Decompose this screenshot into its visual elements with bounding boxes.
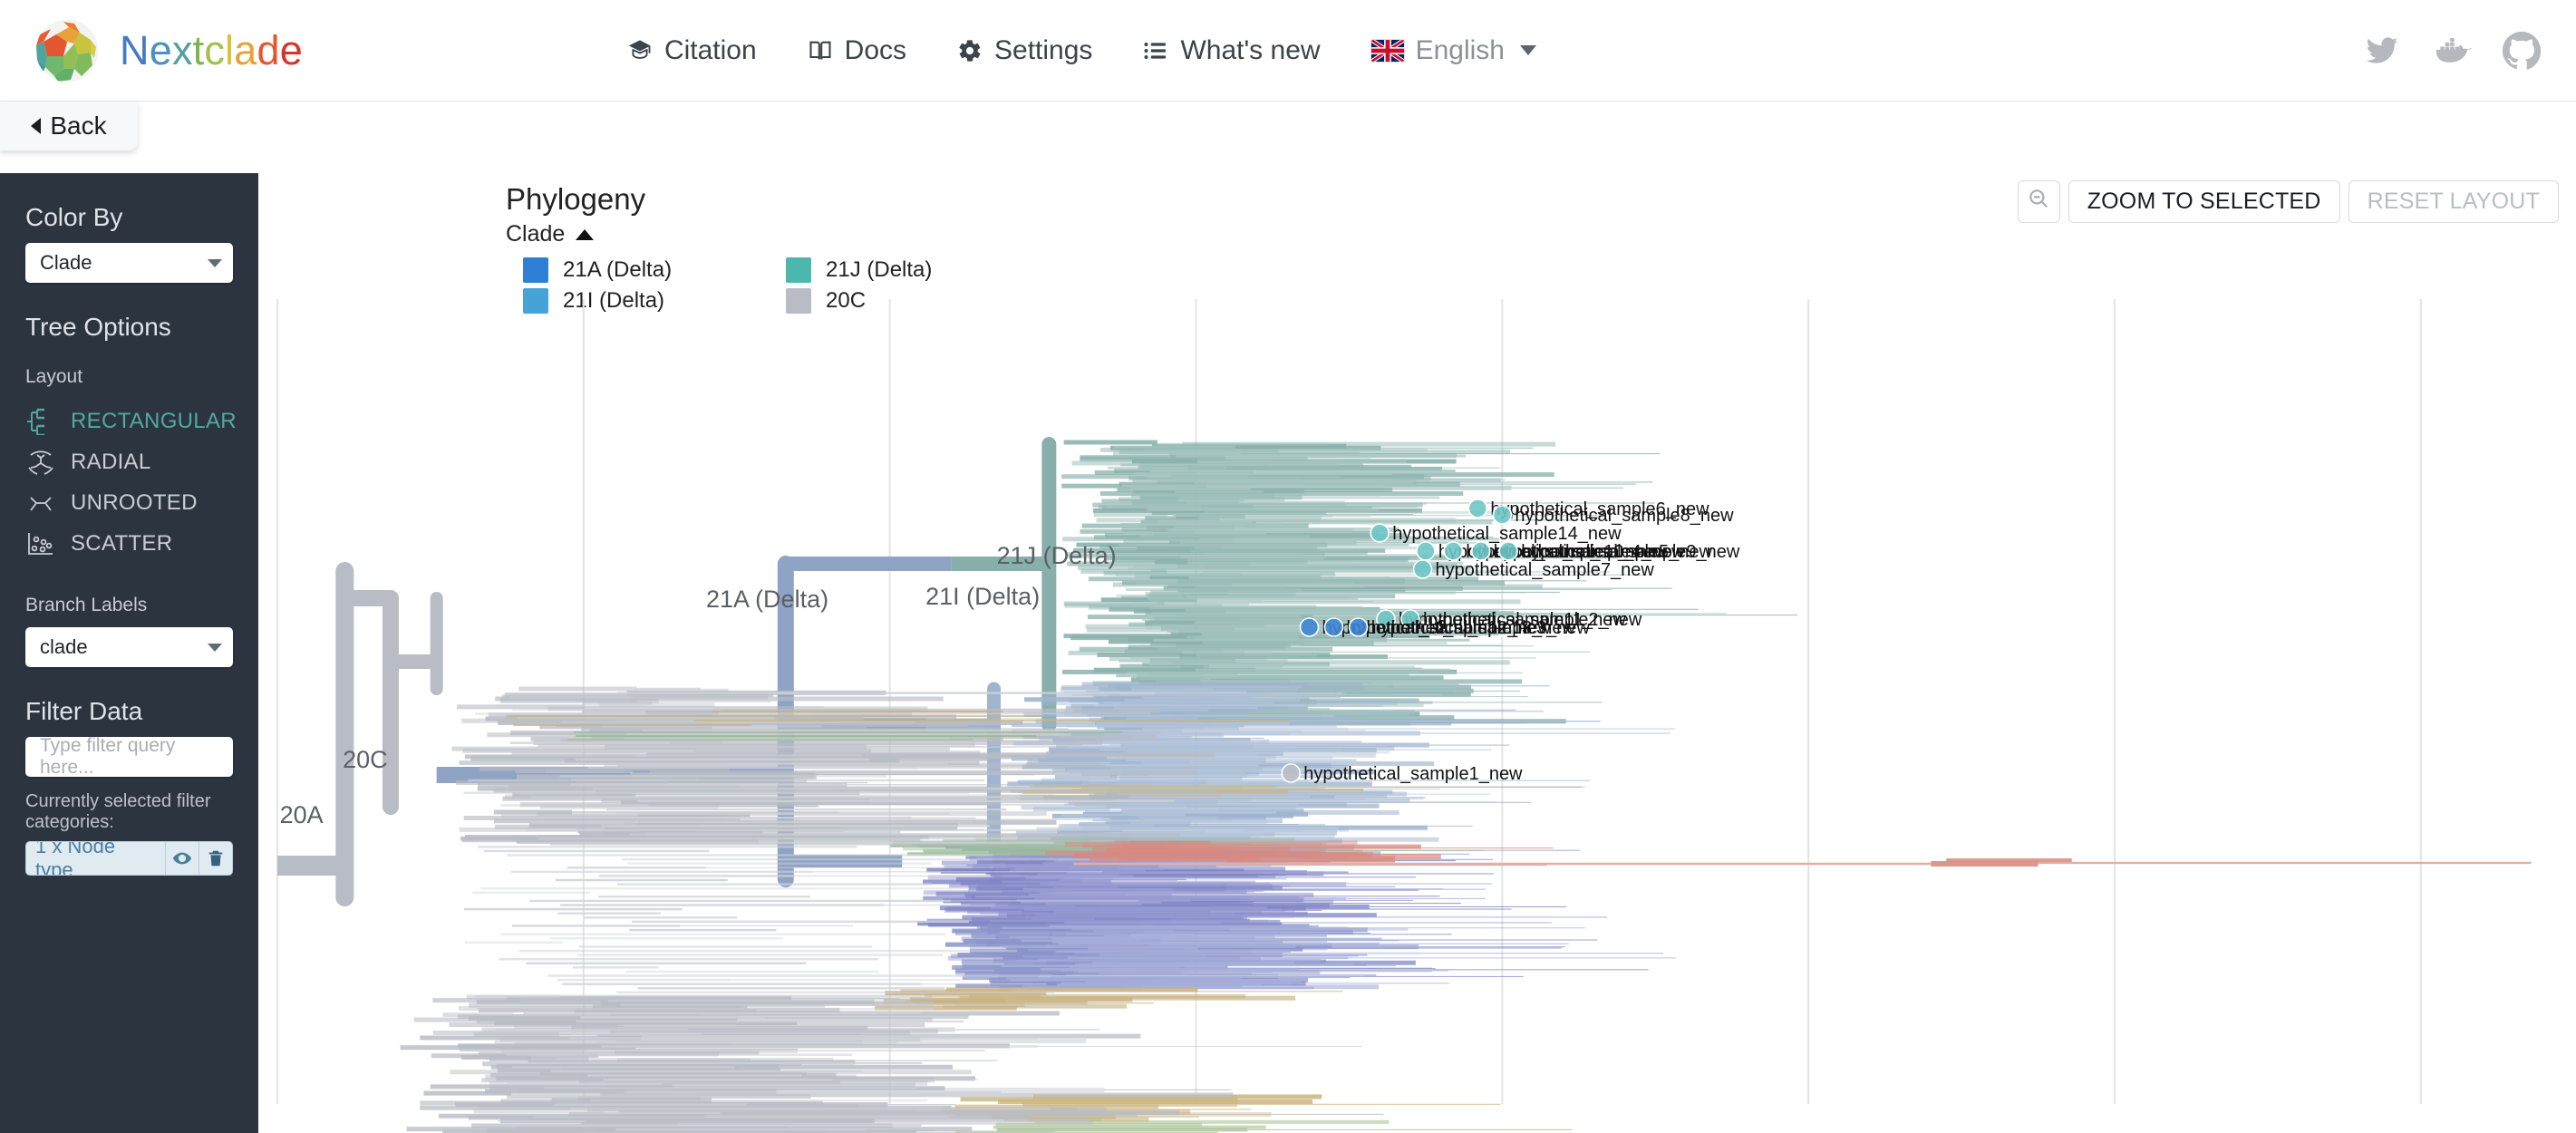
layout-title: Layout (25, 366, 83, 387)
color-by-title: Color By (25, 203, 123, 231)
svg-text:hypothetical_sample14_new: hypothetical_sample14_new (1392, 524, 1622, 544)
scatter-plot-icon (25, 530, 56, 557)
zoom-to-selected-button[interactable]: ZOOM TO SELECTED (2068, 180, 2340, 223)
legend-swatch (786, 257, 811, 283)
svg-text:hypothetical_sample3_new: hypothetical_sample3_new (1371, 618, 1591, 638)
svg-text:hypothetical_sample9_new: hypothetical_sample9_new (1521, 542, 1740, 562)
sidebar: Color By Clade Tree Options Layout RECTA… (0, 173, 258, 1133)
chevron-up-icon (576, 228, 595, 240)
layout-option-rectangular[interactable]: RECTANGULAR (25, 401, 237, 441)
zoom-out-button[interactable] (2017, 180, 2060, 223)
svg-text:20A: 20A (280, 801, 324, 828)
brand-name: Nextclade (120, 26, 303, 73)
magnifier-minus-icon (2027, 187, 2050, 217)
branch-labels-title: Branch Labels (25, 595, 148, 615)
reset-layout-button[interactable]: RESET LAYOUT (2348, 180, 2559, 223)
svg-text:hypothetical_sample7_new: hypothetical_sample7_new (1436, 560, 1655, 580)
tree-controls: ZOOM TO SELECTED RESET LAYOUT (2017, 180, 2559, 223)
layout-option-radial-label: RADIAL (71, 449, 151, 474)
unrooted-tree-icon (25, 489, 56, 517)
eye-icon[interactable] (164, 842, 199, 875)
graduation-cap-icon (627, 38, 653, 63)
rectangular-tree-icon (25, 408, 56, 435)
legend-title: Clade (506, 221, 566, 247)
svg-text:21J (Delta): 21J (Delta) (997, 542, 1117, 569)
nav-citation[interactable]: Citation (602, 35, 782, 66)
tree-options-title: Tree Options (25, 313, 171, 341)
uk-flag-icon (1370, 39, 1404, 62)
color-by-value: Clade (40, 251, 92, 274)
nav-docs-label: Docs (844, 34, 907, 65)
trash-icon[interactable] (198, 842, 232, 875)
filter-chip-node-type[interactable]: 1 x Node type (25, 841, 233, 876)
layout-option-scatter-label: SCATTER (71, 530, 173, 556)
branch-labels-value: clade (40, 635, 88, 658)
legend-toggle[interactable]: Clade (506, 221, 595, 247)
svg-text:20C: 20C (343, 746, 388, 773)
twitter-icon[interactable] (2362, 34, 2402, 68)
app-header: Nextclade Citation Docs Settings What's … (0, 0, 2576, 102)
nav-citation-label: Citation (663, 34, 757, 65)
phylogeny-panel: Phylogeny Clade 21A (Delta) 21J (Delta) … (258, 173, 2576, 1133)
nav-settings[interactable]: Settings (932, 35, 1118, 66)
chevron-down-icon (208, 258, 222, 267)
back-button[interactable]: Back (0, 102, 138, 150)
chevron-down-icon (1519, 45, 1536, 55)
filter-data-title: Filter Data (25, 697, 143, 725)
legend-item-21a[interactable]: 21A (Delta) (523, 257, 786, 283)
nav-docs[interactable]: Docs (782, 35, 932, 66)
back-button-label: Back (50, 111, 107, 140)
phylogenetic-tree-plot[interactable]: 21A (Delta) 21I (Delta) 21J (Delta) 20C 20A h… (258, 299, 2576, 1133)
layout-option-rectangular-label: RECTANGULAR (71, 408, 237, 433)
svg-text:21I (Delta): 21I (Delta) (925, 583, 1040, 610)
book-icon (808, 38, 833, 63)
color-by-select[interactable]: Clade (25, 243, 233, 283)
brand[interactable]: Nextclade (34, 17, 303, 83)
legend-item-21j[interactable]: 21J (Delta) (786, 257, 1049, 283)
docker-icon[interactable] (2431, 34, 2473, 68)
layout-option-radial[interactable]: RADIAL (25, 441, 233, 482)
language-label: English (1415, 34, 1505, 65)
nav-whats-new[interactable]: What's new (1118, 35, 1345, 66)
svg-text:hypothetical_sample8_new: hypothetical_sample8_new (1515, 506, 1734, 526)
layout-option-unrooted[interactable]: UNROOTED (25, 482, 233, 523)
chevron-down-icon (208, 643, 222, 652)
svg-text:hypothetical_sample1_new: hypothetical_sample1_new (1303, 764, 1523, 784)
chevron-left-icon (31, 118, 42, 134)
language-selector[interactable]: English (1346, 35, 1562, 66)
list-icon (1143, 38, 1168, 63)
layout-option-scatter[interactable]: SCATTER (25, 523, 233, 564)
page-title: Phylogeny (506, 182, 646, 216)
layout-options: RECTANGULAR RADIAL UNROOTED SCATTER (25, 401, 237, 564)
legend-label: 21J (Delta) (826, 257, 933, 282)
legend-label: 21A (Delta) (563, 257, 673, 282)
nav-settings-label: Settings (994, 34, 1093, 65)
branch-labels-select[interactable]: clade (25, 627, 233, 667)
gear-icon (957, 38, 983, 63)
filter-query-input[interactable]: Type filter query here... (25, 735, 233, 778)
svg-text:21A (Delta): 21A (Delta) (706, 586, 828, 613)
legend-swatch (523, 257, 548, 283)
github-icon[interactable] (2502, 31, 2542, 71)
social-links (2362, 31, 2542, 71)
nextclade-logo-icon (34, 17, 100, 83)
nav-whats-new-label: What's new (1180, 34, 1321, 65)
filter-chip-label: 1 x Node type (35, 841, 116, 876)
main-nav: Citation Docs Settings What's new Englis… (602, 35, 1562, 66)
layout-option-unrooted-label: UNROOTED (71, 489, 198, 515)
radial-tree-icon (25, 449, 56, 476)
selected-filters-note: Currently selected filter categories: (25, 791, 211, 832)
nextclade-app: Nextclade Citation Docs Settings What's … (0, 0, 2576, 1133)
